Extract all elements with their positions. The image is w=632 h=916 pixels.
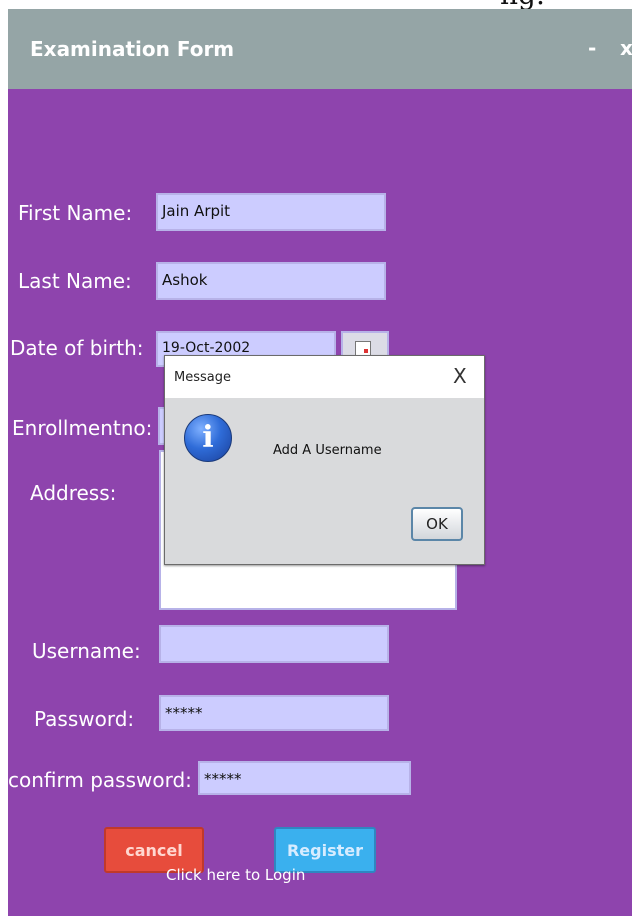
confirm-password-label: confirm password: <box>8 768 192 792</box>
ok-button[interactable]: OK <box>411 507 463 541</box>
info-icon: i <box>184 414 232 462</box>
confirm-password-field[interactable]: ***** <box>198 761 411 795</box>
last-name-field[interactable]: Ashok <box>156 262 386 300</box>
calendar-icon <box>355 341 371 356</box>
username-label: Username: <box>32 639 141 663</box>
close-button[interactable]: x <box>620 36 632 60</box>
dialog-title-bar: Message X <box>165 356 484 398</box>
dialog-close-button[interactable]: X <box>453 364 467 388</box>
password-label: Password: <box>34 707 135 731</box>
minimize-button[interactable]: - <box>588 36 596 60</box>
username-field[interactable] <box>159 625 389 663</box>
first-name-label: First Name: <box>18 201 133 225</box>
window-title: Examination Form <box>30 37 235 61</box>
dialog-message: Add A Username <box>273 443 382 458</box>
password-field[interactable]: ***** <box>159 695 389 731</box>
message-dialog: Message X i Add A Username OK <box>164 355 485 565</box>
first-name-field[interactable]: Jain Arpit <box>156 193 386 231</box>
enrollment-label: Enrollmentno: <box>12 416 153 440</box>
address-label: Address: <box>30 481 117 505</box>
login-link[interactable]: Click here to Login <box>166 866 305 884</box>
last-name-label: Last Name: <box>18 269 132 293</box>
dob-label: Date of birth: <box>10 336 144 360</box>
title-bar: Examination Form - x <box>8 9 632 89</box>
dialog-title: Message <box>174 370 231 385</box>
